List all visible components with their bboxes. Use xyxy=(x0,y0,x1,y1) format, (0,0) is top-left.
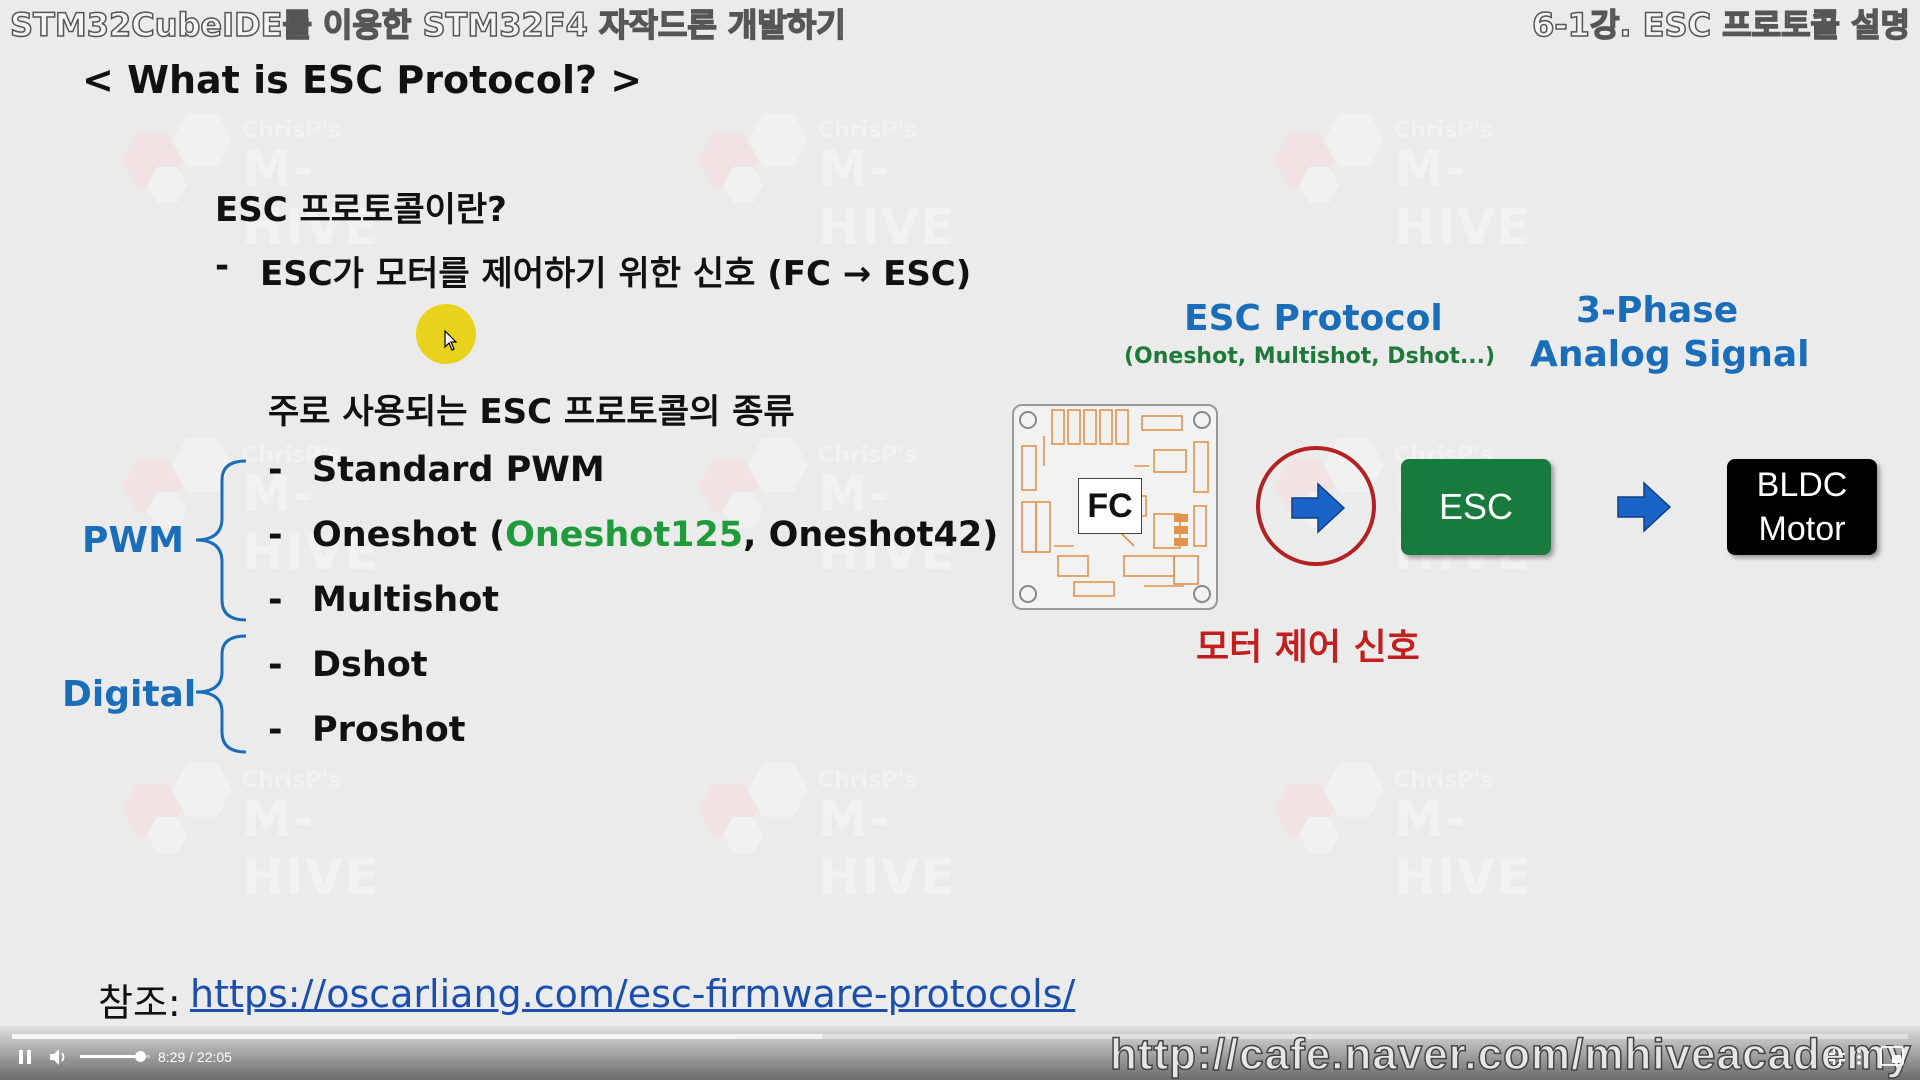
time-separator: / xyxy=(189,1049,194,1065)
list-dash: - xyxy=(268,515,283,555)
diagram-protocol-subtitle: (Oneshot, Multishot, Dshot...) xyxy=(1124,344,1496,369)
fc-label: FC xyxy=(1078,478,1142,534)
reference-label: 참조: xyxy=(98,981,181,1025)
fc-board: FC xyxy=(1012,404,1218,610)
lecture-title: 6-1강. ESC 프로토콜 설명 xyxy=(1531,5,1910,45)
list-item-proshot: Proshot xyxy=(312,710,466,750)
time-current: 8:29 xyxy=(158,1049,186,1065)
list-item-standard-pwm: Standard PWM xyxy=(312,450,605,490)
mouse-pointer-icon xyxy=(444,330,458,351)
list-dash: - xyxy=(268,450,283,490)
pause-icon[interactable] xyxy=(16,1048,34,1066)
volume-level xyxy=(80,1055,140,1058)
group-label-pwm: PWM xyxy=(82,520,184,561)
cafe-url-watermark: http://cafe.naver.com/mhiveacademy xyxy=(1109,1029,1912,1080)
reference-link[interactable]: https://oscarliang.com/esc-firmware-prot… xyxy=(190,972,1075,1016)
definition-dash: - xyxy=(215,246,230,286)
diagram-phase-line2: Analog Signal xyxy=(1530,334,1810,375)
group-label-digital: Digital xyxy=(62,674,197,715)
picture-in-picture-icon[interactable] xyxy=(1880,1046,1904,1066)
motor-control-signal-caption: 모터 제어 신호 xyxy=(1196,627,1420,668)
definition-text: ESC가 모터를 제어하기 위한 신호 (FC → ESC) xyxy=(260,254,972,294)
list-dash: - xyxy=(268,645,283,685)
motor-label-line2: Motor xyxy=(1758,510,1846,548)
bldc-motor-block: BLDC Motor xyxy=(1727,459,1877,555)
list-dash: - xyxy=(268,580,283,620)
list-item-dshot: Dshot xyxy=(312,645,428,685)
arrow-right-icon xyxy=(1617,481,1672,533)
more-options-icon[interactable] xyxy=(1854,1048,1864,1066)
question-heading: ESC 프로토콜이란? xyxy=(215,190,507,230)
esc-block: ESC xyxy=(1401,459,1551,555)
motor-label-line1: BLDC xyxy=(1756,465,1848,504)
exit-fullscreen-icon[interactable] xyxy=(1828,1048,1846,1066)
watermark-logo: ChrisP'sM-HIVE xyxy=(122,760,422,906)
course-title: STM32CubeIDE를 이용한 STM32F4 자작드론 개발하기 xyxy=(9,5,846,45)
diagram-phase-line1: 3-Phase xyxy=(1576,290,1739,331)
progress-played xyxy=(12,1034,741,1039)
list-item-oneshot: Oneshot (Oneshot125, Oneshot42) xyxy=(312,515,999,555)
types-heading: 주로 사용되는 ESC 프로토콜의 종류 xyxy=(268,392,795,432)
time-total: 22:05 xyxy=(196,1049,232,1065)
slide-title: < What is ESC Protocol? > xyxy=(82,58,643,102)
volume-slider[interactable] xyxy=(80,1051,150,1062)
watermark-logo: ChrisP'sM-HIVE xyxy=(698,110,998,256)
list-dash: - xyxy=(268,710,283,750)
oneshot125-highlight: Oneshot125 xyxy=(505,515,744,555)
watermark-logo: ChrisP'sM-HIVE xyxy=(1274,760,1574,906)
list-item-multishot: Multishot xyxy=(312,580,499,620)
volume-knob[interactable] xyxy=(134,1051,146,1062)
diagram-protocol-title: ESC Protocol xyxy=(1184,298,1443,339)
watermark-logo: ChrisP'sM-HIVE xyxy=(1274,110,1574,256)
time-display: 8:29 / 22:05 xyxy=(158,1049,232,1065)
arrow-right-icon xyxy=(1291,482,1346,534)
group-braces xyxy=(195,459,247,754)
volume-icon[interactable] xyxy=(48,1047,70,1067)
watermark-logo: ChrisP'sM-HIVE xyxy=(698,760,998,906)
